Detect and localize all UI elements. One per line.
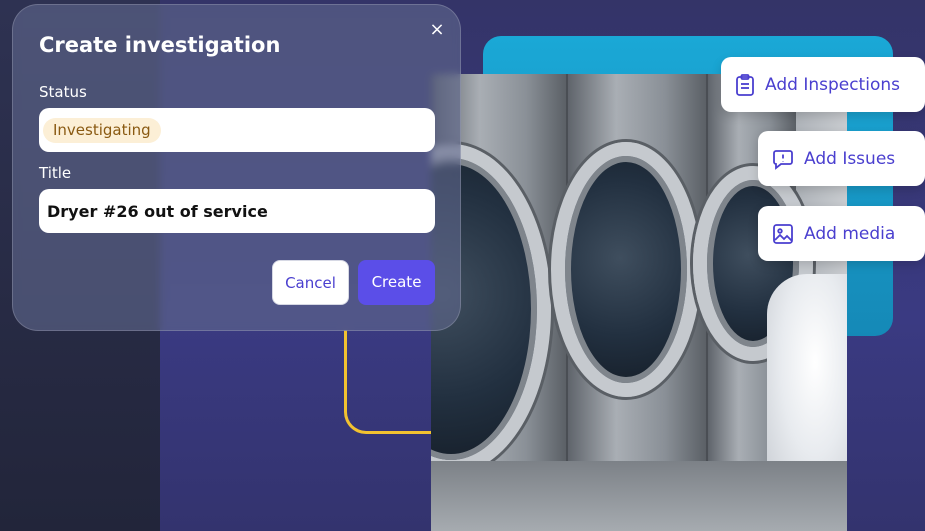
close-icon[interactable]: × — [426, 19, 448, 41]
dialog-title: Create investigation — [39, 33, 281, 57]
title-field[interactable] — [39, 189, 435, 233]
cancel-button[interactable]: Cancel — [272, 260, 349, 305]
add-media-button[interactable]: Add media — [758, 206, 925, 261]
create-button[interactable]: Create — [358, 260, 435, 305]
add-inspections-label: Add Inspections — [765, 74, 900, 95]
clipboard-list-icon — [736, 73, 754, 96]
status-field[interactable]: Investigating — [39, 108, 435, 152]
add-issues-label: Add Issues — [804, 148, 896, 169]
add-issues-button[interactable]: Add Issues — [758, 131, 925, 186]
add-inspections-button[interactable]: Add Inspections — [721, 57, 925, 112]
title-label: Title — [39, 164, 72, 182]
image-icon — [773, 223, 793, 244]
create-investigation-dialog: Create investigation × Status Investigat… — [12, 4, 461, 331]
status-badge: Investigating — [43, 118, 161, 143]
alert-message-icon — [773, 149, 793, 170]
add-media-label: Add media — [804, 223, 896, 244]
status-label: Status — [39, 83, 87, 101]
title-input[interactable] — [47, 189, 427, 233]
